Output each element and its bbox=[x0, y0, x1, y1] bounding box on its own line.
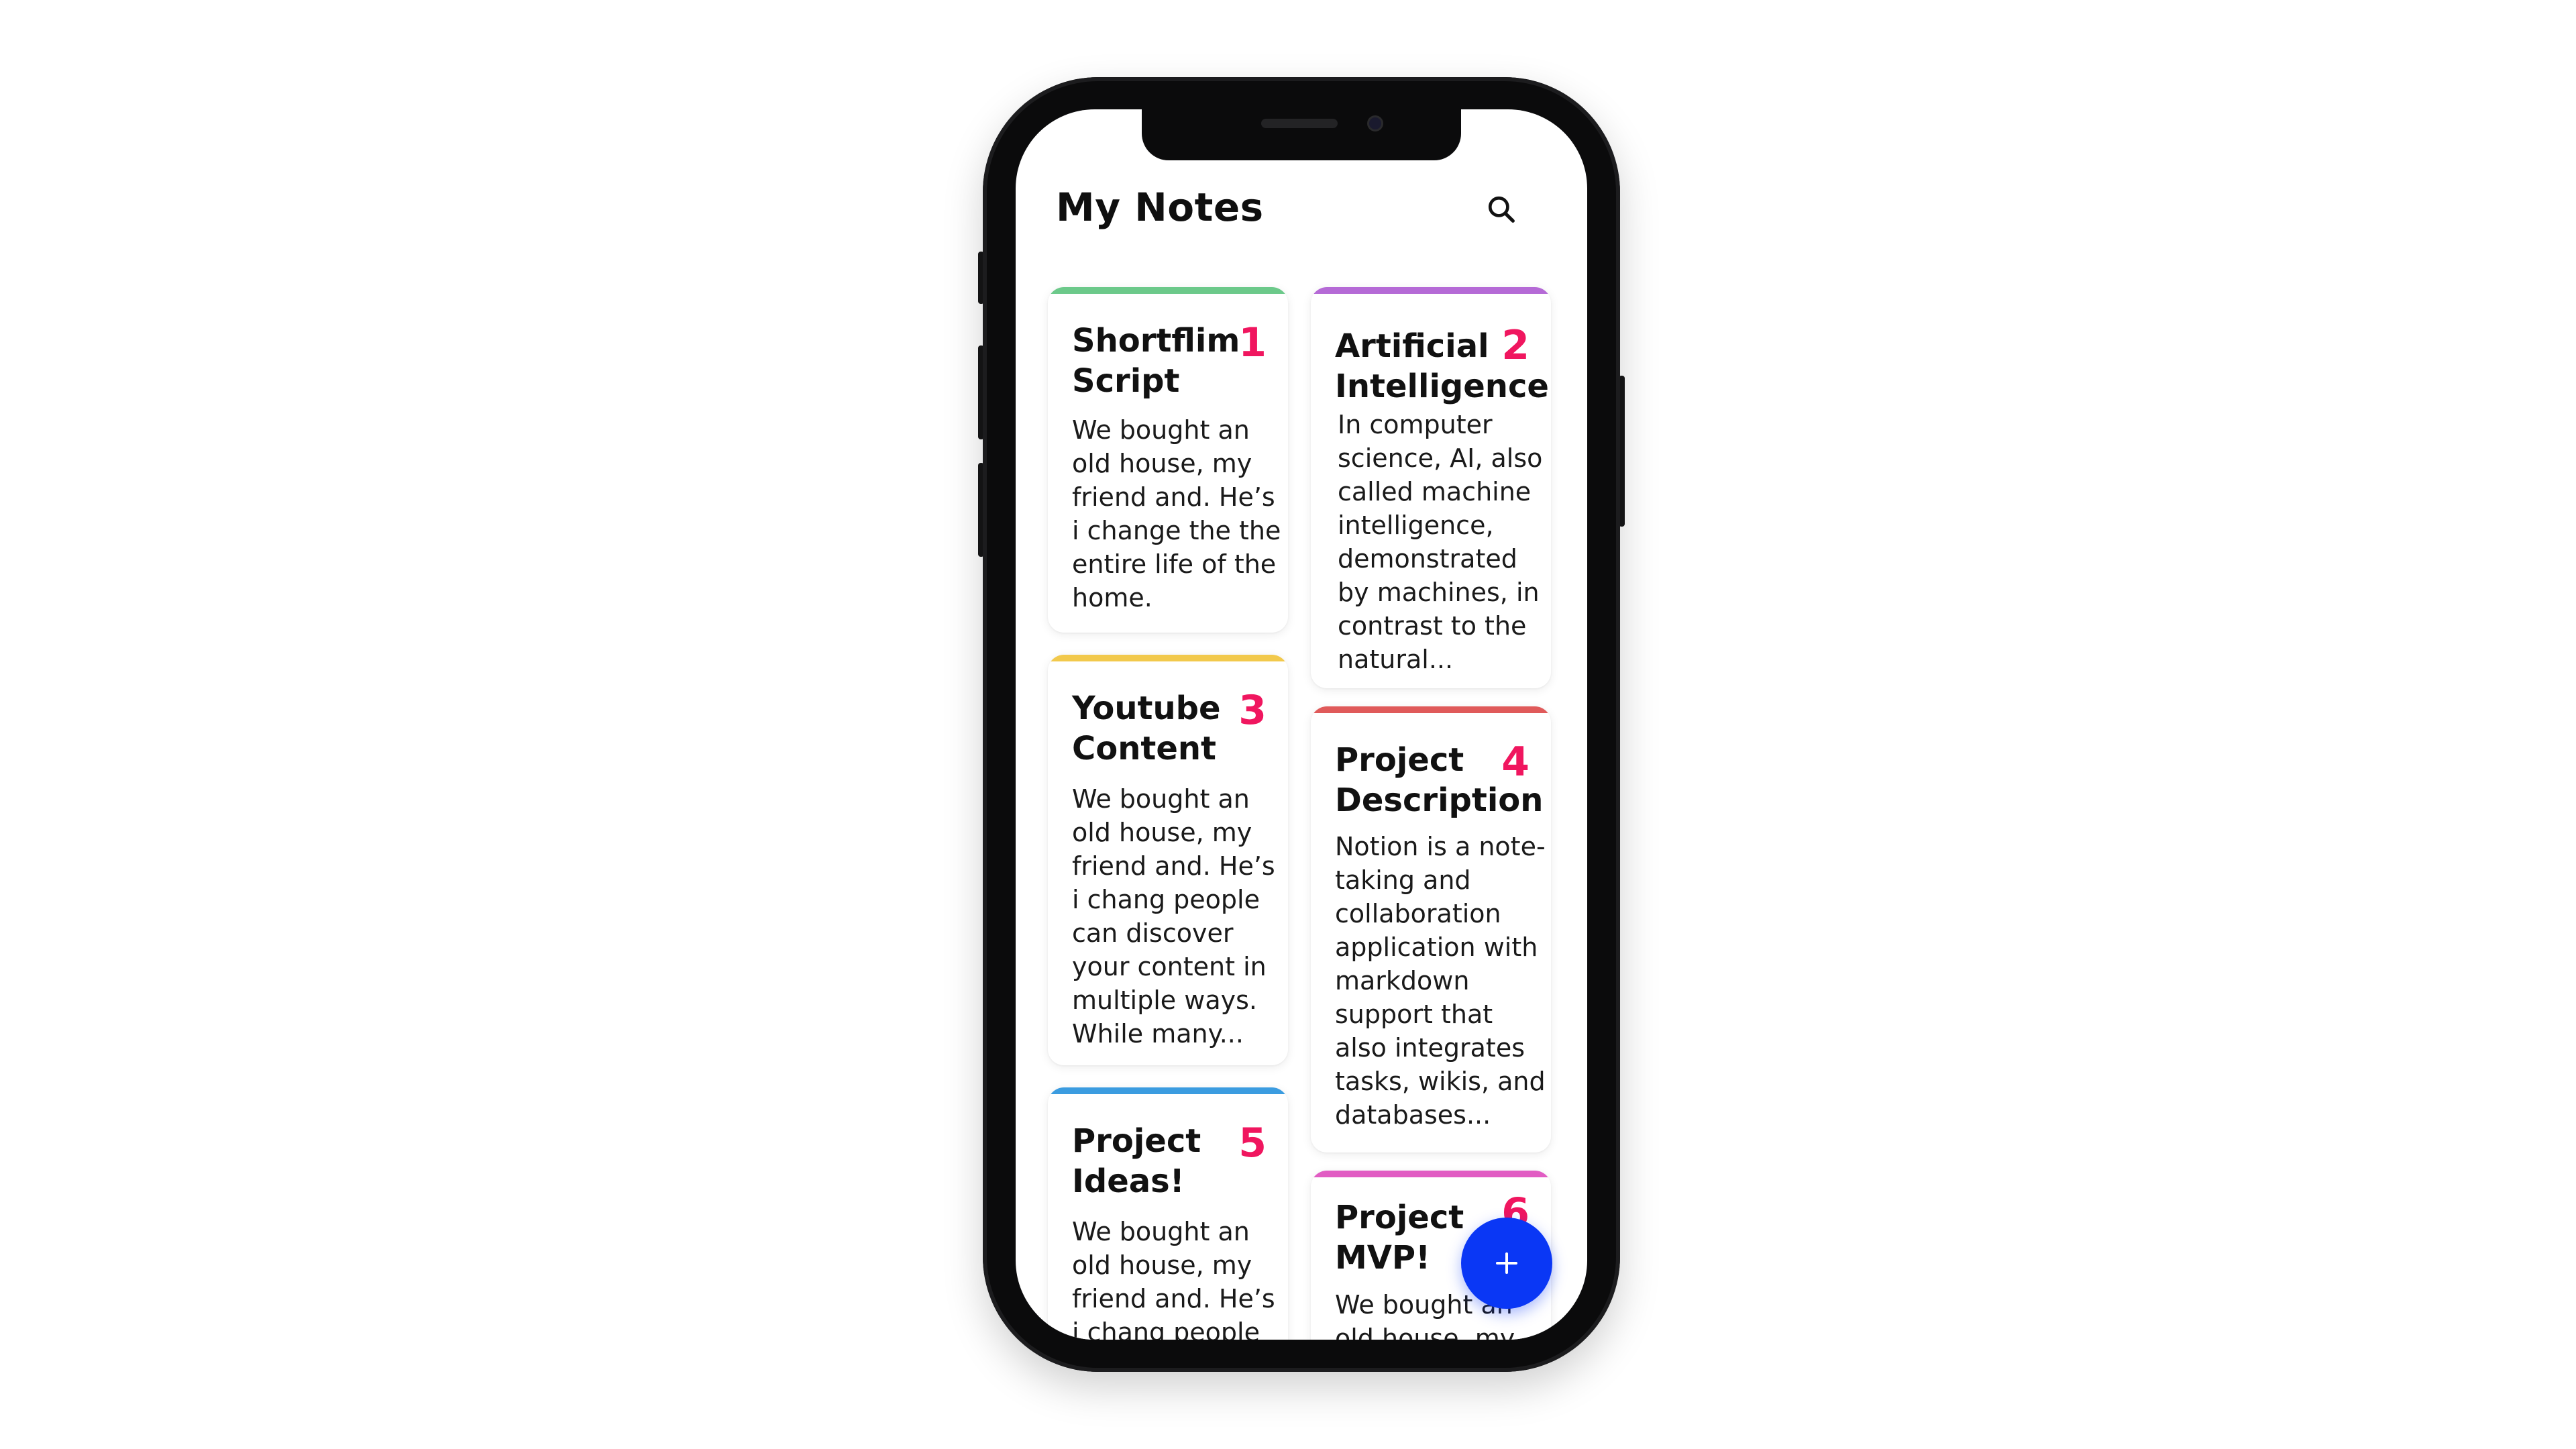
note-number: 1 bbox=[1238, 319, 1267, 366]
note-preview: We bought an old house, my friend and. H… bbox=[1072, 1217, 1275, 1340]
note-color-bar bbox=[1311, 706, 1551, 713]
note-title: Shortflim Script bbox=[1072, 322, 1240, 400]
search-icon bbox=[1488, 196, 1515, 223]
note-card[interactable]: Artificial Intelligence 2 In computer sc… bbox=[1311, 287, 1551, 688]
note-title: Project Ideas! bbox=[1072, 1122, 1201, 1200]
note-preview: We bought an old house, my friend and. H… bbox=[1072, 415, 1281, 612]
note-number: 5 bbox=[1238, 1120, 1267, 1167]
note-title: Artificial Intelligence bbox=[1335, 327, 1549, 405]
note-preview: We bought an old house, my friend and. H… bbox=[1072, 784, 1275, 1049]
note-number: 3 bbox=[1238, 687, 1267, 734]
notch bbox=[1142, 109, 1461, 160]
note-preview: Notion is a note-taking and collaboratio… bbox=[1335, 832, 1546, 1130]
note-card[interactable]: Project Description 4 Notion is a note-t… bbox=[1311, 706, 1551, 1152]
note-color-bar bbox=[1311, 287, 1551, 294]
note-color-bar bbox=[1048, 1087, 1288, 1094]
note-color-bar bbox=[1311, 1171, 1551, 1177]
camera-icon bbox=[1367, 115, 1383, 131]
note-card[interactable]: Shortflim Script 1 We bought an old hous… bbox=[1048, 287, 1288, 633]
phone-screen: My Notes Shortflim Script 1 We bought an… bbox=[1016, 109, 1587, 1340]
note-card[interactable]: Project Ideas! 5 We bought an old house,… bbox=[1048, 1087, 1288, 1340]
note-preview: In computer science, AI, also called mac… bbox=[1338, 410, 1543, 674]
search-button[interactable] bbox=[1483, 191, 1521, 229]
speaker-grille bbox=[1261, 119, 1338, 128]
note-color-bar bbox=[1048, 287, 1288, 294]
note-number: 4 bbox=[1501, 739, 1529, 786]
plus-icon bbox=[1496, 1252, 1517, 1274]
note-color-bar bbox=[1048, 655, 1288, 661]
note-title: Project Description bbox=[1335, 741, 1544, 819]
add-note-button[interactable] bbox=[1461, 1218, 1552, 1309]
mockup-stage: My Notes Shortflim Script 1 We bought an… bbox=[0, 0, 2576, 1449]
page-title: My Notes bbox=[1056, 184, 1264, 230]
note-title: Youtube Content bbox=[1072, 690, 1221, 767]
note-number: 2 bbox=[1501, 322, 1529, 369]
note-card[interactable]: Youtube Content 3 We bought an old house… bbox=[1048, 655, 1288, 1065]
